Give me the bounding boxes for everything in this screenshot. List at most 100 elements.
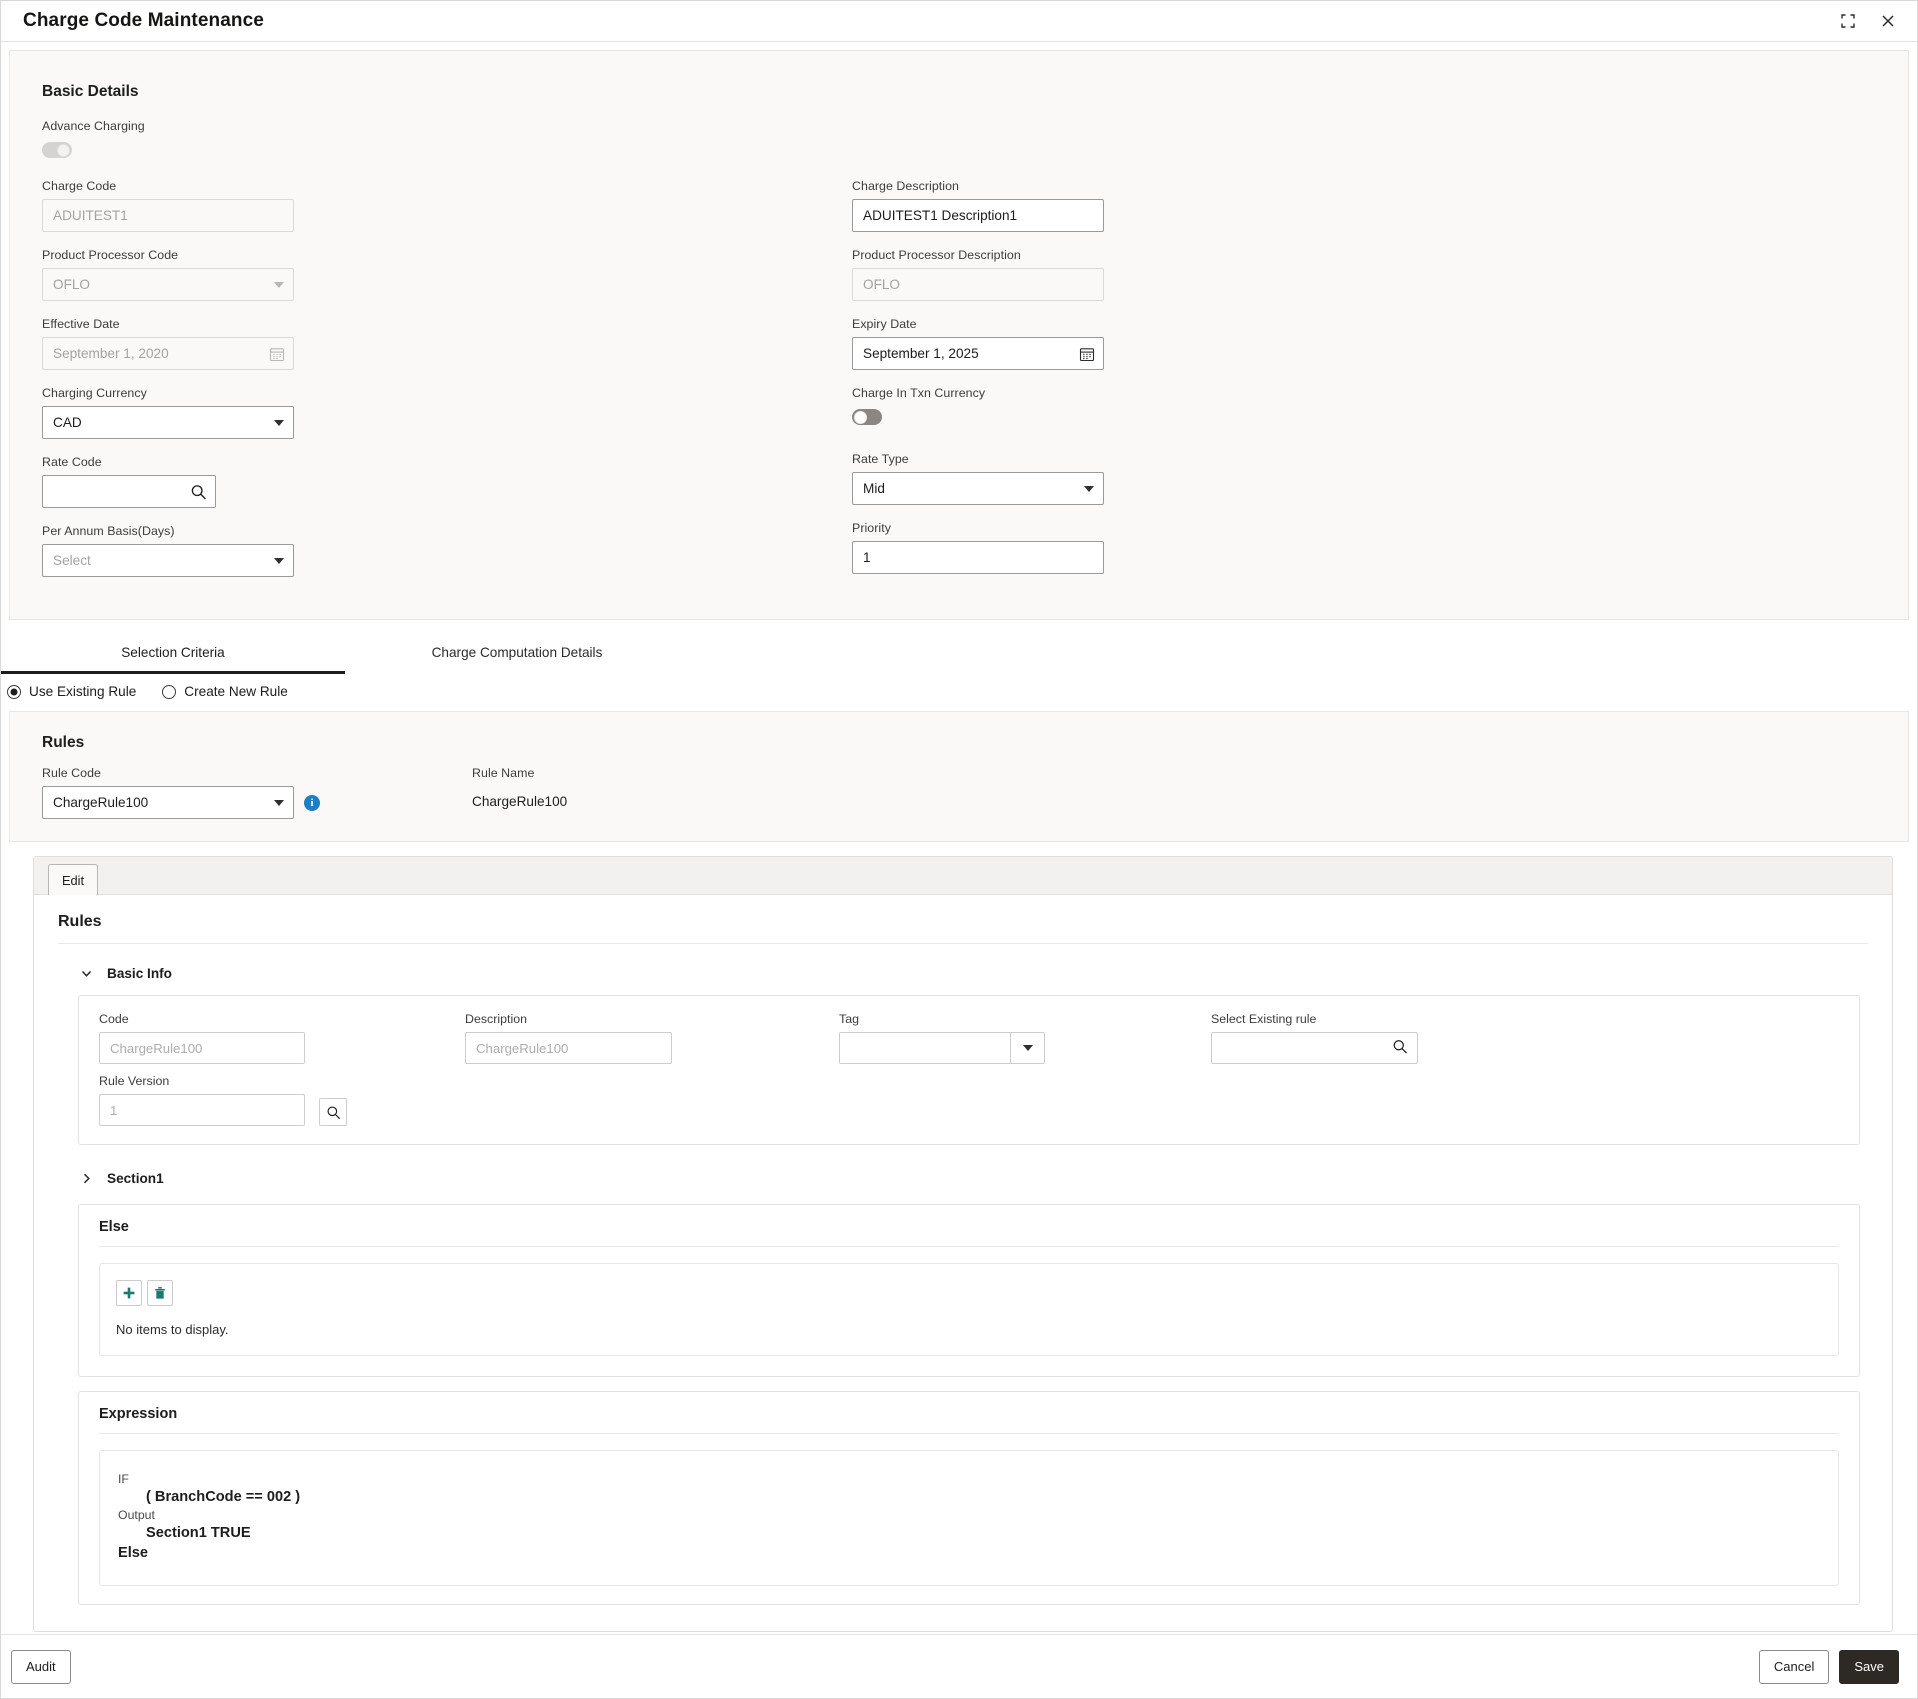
chevron-down-icon[interactable] bbox=[1010, 1033, 1044, 1063]
charging-currency-field: Charging Currency CAD bbox=[42, 386, 852, 439]
tab-selection-criteria[interactable]: Selection Criteria bbox=[1, 630, 345, 674]
effective-date-input[interactable]: September 1, 2020 bbox=[42, 337, 294, 370]
calendar-icon[interactable] bbox=[269, 346, 285, 362]
charging-currency-label: Charging Currency bbox=[42, 386, 147, 400]
toggle-knob bbox=[57, 143, 70, 157]
priority-input[interactable]: 1 bbox=[852, 541, 1104, 574]
window-controls bbox=[1837, 10, 1899, 32]
rule-version-value: 1 bbox=[110, 1102, 118, 1118]
calendar-icon[interactable] bbox=[1079, 346, 1095, 362]
product-processor-description-input[interactable]: OFLO bbox=[852, 268, 1104, 301]
chevron-down-icon bbox=[1084, 485, 1094, 492]
page-body: Basic Details Advance Charging Charge Co… bbox=[1, 42, 1917, 1634]
expression-else-keyword: Else bbox=[118, 1544, 149, 1561]
accordion-section1[interactable]: Section1 bbox=[58, 1145, 1868, 1200]
scroll-region: Basic Details Advance Charging Charge Co… bbox=[1, 50, 1917, 1634]
select-existing-rule-field: Select Existing rule bbox=[1211, 1012, 1839, 1064]
per-annum-basis-value: Select bbox=[53, 552, 91, 568]
priority-field: Priority 1 bbox=[852, 521, 1876, 574]
save-button[interactable]: Save bbox=[1839, 1649, 1899, 1684]
rate-type-value: Mid bbox=[863, 480, 885, 496]
charge-code-field: Charge Code ADUITEST1 bbox=[42, 179, 852, 232]
rules-editor-card: Edit Rules Basic Info Code ChargeRule100… bbox=[33, 856, 1893, 1633]
window-footer: Audit Cancel Save bbox=[1, 1634, 1917, 1698]
rule-name-label: Rule Name bbox=[472, 766, 535, 780]
tab-selection-criteria-label: Selection Criteria bbox=[121, 644, 225, 660]
expiry-date-field: Expiry Date September 1, 2025 bbox=[852, 317, 1876, 370]
charge-code-input[interactable]: ADUITEST1 bbox=[42, 199, 294, 232]
rule-name-value: ChargeRule100 bbox=[472, 794, 568, 809]
advance-charging-field: Advance Charging bbox=[42, 119, 1876, 163]
else-block-title: Else bbox=[99, 1219, 1839, 1247]
plus-icon[interactable] bbox=[116, 1280, 142, 1306]
code-label: Code bbox=[99, 1012, 129, 1026]
else-empty-message: No items to display. bbox=[116, 1322, 229, 1337]
charge-description-label: Charge Description bbox=[852, 179, 959, 193]
rule-description-field-inner: Description ChargeRule100 bbox=[465, 1012, 839, 1064]
select-existing-rule-label: Select Existing rule bbox=[1211, 1012, 1317, 1026]
rule-version-row: Rule Version 1 bbox=[99, 1074, 1839, 1126]
charge-description-field: Charge Description ADUITEST1 Description… bbox=[852, 179, 1876, 232]
product-processor-code-label: Product Processor Code bbox=[42, 248, 179, 262]
expression-card: Expression IF ( BranchCode == 002 ) Outp… bbox=[78, 1391, 1860, 1606]
code-value: ChargeRule100 bbox=[110, 1040, 203, 1056]
charge-code-value: ADUITEST1 bbox=[53, 207, 128, 223]
page-title: Charge Code Maintenance bbox=[23, 10, 264, 31]
trash-icon[interactable] bbox=[147, 1280, 173, 1306]
charge-description-value: ADUITEST1 Description1 bbox=[863, 207, 1018, 223]
rate-code-label: Rate Code bbox=[42, 455, 102, 469]
expiry-date-label: Expiry Date bbox=[852, 317, 917, 331]
effective-date-label: Effective Date bbox=[42, 317, 120, 331]
rate-type-select[interactable]: Mid bbox=[852, 472, 1104, 505]
search-icon[interactable] bbox=[190, 483, 207, 500]
select-existing-rule-input[interactable] bbox=[1211, 1032, 1418, 1064]
rule-version-search-button[interactable] bbox=[319, 1098, 347, 1126]
radio-use-existing-rule[interactable]: Use Existing Rule bbox=[7, 684, 136, 699]
charge-in-txn-currency-label: Charge In Txn Currency bbox=[852, 386, 986, 400]
basic-details-left-column: Charge Code ADUITEST1 Product Processor … bbox=[42, 179, 852, 593]
rate-code-input[interactable] bbox=[42, 475, 216, 508]
advance-charging-toggle[interactable] bbox=[42, 142, 72, 158]
toggle-knob bbox=[854, 410, 867, 424]
rule-code-label: Rule Code bbox=[42, 766, 101, 780]
footer-actions: Cancel Save bbox=[1758, 1649, 1899, 1684]
radio-create-new-rule-label: Create New Rule bbox=[184, 684, 288, 699]
audit-button[interactable]: Audit bbox=[11, 1649, 71, 1684]
rules-editor-body: Rules Basic Info Code ChargeRule100 Desc… bbox=[34, 895, 1892, 1631]
product-processor-description-value: OFLO bbox=[863, 276, 901, 292]
per-annum-basis-select[interactable]: Select bbox=[42, 544, 294, 577]
description-value: ChargeRule100 bbox=[476, 1040, 569, 1056]
accordion-basic-info-label: Basic Info bbox=[107, 966, 172, 981]
tab-bar: Selection Criteria Charge Computation De… bbox=[1, 630, 1917, 674]
accordion-basic-info[interactable]: Basic Info bbox=[58, 962, 1868, 995]
chevron-down-icon bbox=[80, 967, 93, 980]
expression-output-keyword: Output bbox=[118, 1508, 155, 1523]
tag-field: Tag bbox=[839, 1012, 1211, 1064]
info-icon[interactable]: i bbox=[304, 794, 320, 811]
code-input[interactable]: ChargeRule100 bbox=[99, 1032, 305, 1064]
chevron-down-icon bbox=[274, 799, 284, 806]
chevron-down-icon bbox=[274, 419, 284, 426]
rule-version-input[interactable]: 1 bbox=[99, 1094, 305, 1126]
charging-currency-select[interactable]: CAD bbox=[42, 406, 294, 439]
rate-type-label: Rate Type bbox=[852, 452, 909, 466]
tab-charge-computation-details[interactable]: Charge Computation Details bbox=[345, 630, 689, 674]
charge-description-input[interactable]: ADUITEST1 Description1 bbox=[852, 199, 1104, 232]
close-icon[interactable] bbox=[1877, 10, 1899, 32]
cancel-button[interactable]: Cancel bbox=[1758, 1649, 1830, 1684]
tag-select[interactable] bbox=[839, 1032, 1045, 1064]
product-processor-code-select[interactable]: OFLO bbox=[42, 268, 294, 301]
description-input[interactable]: ChargeRule100 bbox=[465, 1032, 672, 1064]
charge-in-txn-currency-toggle[interactable] bbox=[852, 409, 882, 425]
radio-create-new-rule[interactable]: Create New Rule bbox=[162, 684, 288, 699]
rule-version-label: Rule Version bbox=[99, 1074, 170, 1088]
edit-button[interactable]: Edit bbox=[48, 864, 99, 895]
collapse-corners-icon[interactable] bbox=[1837, 10, 1859, 32]
product-processor-description-field: Product Processor Description OFLO bbox=[852, 248, 1876, 301]
rate-code-field: Rate Code bbox=[42, 455, 852, 508]
radio-use-existing-rule-indicator bbox=[7, 684, 21, 699]
else-table-toolbar bbox=[116, 1280, 1822, 1306]
rule-code-select[interactable]: ChargeRule100 bbox=[42, 786, 294, 819]
expiry-date-input[interactable]: September 1, 2025 bbox=[852, 337, 1104, 370]
search-icon[interactable] bbox=[1392, 1039, 1408, 1058]
